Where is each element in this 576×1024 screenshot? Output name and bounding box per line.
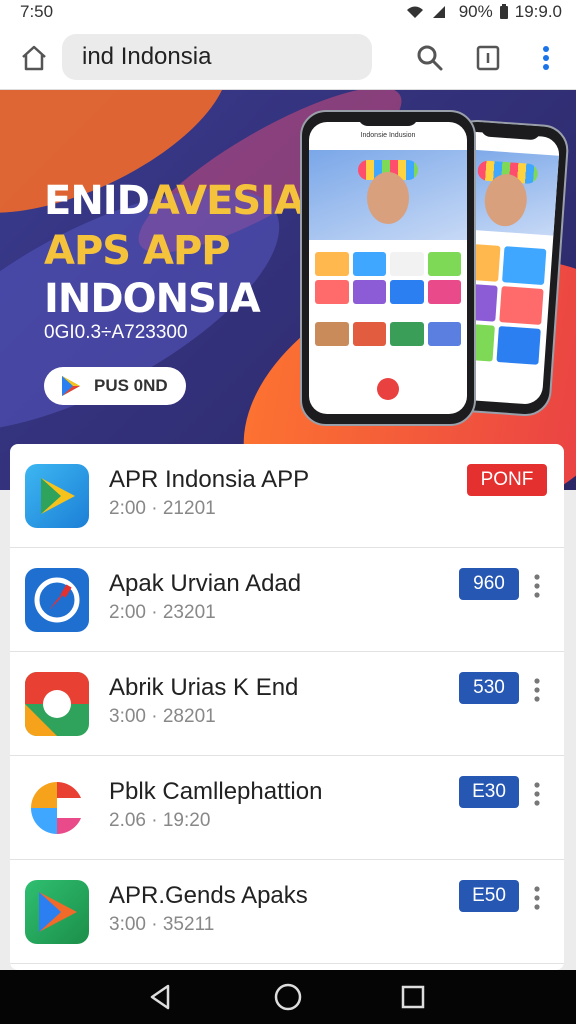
status-icons: 90% 19:9.0 (405, 2, 562, 22)
banner-title-yellow: AVESIA (148, 178, 305, 224)
phone-mockup-front: Indonsie Indusion (300, 110, 476, 426)
address-text: ind Indonsia (82, 43, 212, 70)
app-meta: 2:00 · 21201 (109, 498, 216, 519)
list-item[interactable]: APR Indonsia APP 2:00 · 21201 PONF (10, 444, 564, 548)
home-circle-icon[interactable] (273, 982, 303, 1012)
phone-thumbnails (315, 322, 461, 346)
phone-hero-image (309, 150, 467, 240)
colorful-c-icon (25, 776, 89, 840)
app-meta: 3:00 · 35211 (109, 914, 215, 935)
phone-screen: Indonsie Indusion (309, 122, 467, 414)
tabs-icon (476, 45, 500, 71)
search-icon (417, 45, 443, 71)
app-action-button[interactable]: E30 (459, 776, 519, 808)
app-action-button[interactable]: 530 (459, 672, 519, 704)
compass-icon (25, 568, 89, 632)
ring-icon (25, 672, 89, 736)
app-title: Pblk Camllephattion (109, 778, 323, 805)
tabs-button[interactable] (472, 42, 504, 74)
system-nav-bar (0, 970, 576, 1024)
search-button[interactable] (414, 42, 446, 74)
home-icon (22, 45, 46, 71)
app-action-button[interactable]: 960 (459, 568, 519, 600)
list-item[interactable]: APR.Gends Apaks 3:00 · 35211 E50 (10, 860, 564, 964)
phone-header-text: Indonsie Indusion (360, 132, 416, 139)
app-meta: 2:00 · 23201 (109, 602, 216, 623)
app-action-button[interactable]: E50 (459, 880, 519, 912)
banner-code: 0GI0.3÷A723300 (44, 322, 188, 343)
phone-thumbnails (315, 252, 461, 304)
battery-icon (499, 4, 508, 19)
more-vert-icon[interactable] (530, 572, 544, 600)
more-vert-icon[interactable] (530, 780, 544, 808)
back-icon[interactable] (146, 982, 176, 1012)
banner-title-white: ENID (44, 178, 150, 224)
more-vert-icon[interactable] (530, 676, 544, 704)
banner-title-line1: ENIDAVESIA (44, 178, 305, 224)
app-action-button[interactable]: PONF (467, 464, 547, 496)
app-title: APR Indonsia APP (109, 466, 310, 493)
portrait-face (367, 172, 409, 224)
app-meta: 2.06 · 19:20 (109, 810, 211, 831)
banner-button-label: PUS 0ND (94, 376, 168, 395)
address-bar[interactable]: ind Indonsia (62, 34, 372, 80)
app-meta: 3:00 · 28201 (109, 706, 216, 727)
more-vert-icon[interactable] (530, 884, 544, 912)
list-item[interactable]: Abrik Urias K End 3:00 · 28201 530 (10, 652, 564, 756)
phone-fab (377, 378, 399, 400)
app-list: APR Indonsia APP 2:00 · 21201 PONF Apak … (10, 444, 564, 970)
list-item[interactable]: Apak Urvian Adad 2:00 · 23201 960 (10, 548, 564, 652)
signal-icon (432, 6, 445, 18)
app-title: Abrik Urias K End (109, 674, 299, 701)
app-title: APR.Gends Apaks (109, 882, 308, 909)
status-bar: 7:50 90% 19:9.0 (0, 0, 576, 24)
banner-title-line2: APS APP (44, 228, 231, 274)
promo-banner[interactable]: ENIDAVESIA APS APP INDONSIA 0GI0.3÷A7233… (0, 90, 576, 490)
battery-percent: 90% (458, 2, 493, 21)
menu-button[interactable] (530, 42, 562, 74)
app-title: Apak Urvian Adad (109, 570, 302, 597)
more-vert-icon (543, 46, 549, 70)
browser-toolbar: ind Indonsia (0, 24, 576, 90)
play-store-icon (25, 464, 89, 528)
play-triangle-icon (25, 880, 89, 944)
play-store-icon (62, 376, 80, 396)
status-time: 7:50 (20, 2, 54, 21)
recents-icon[interactable] (398, 982, 428, 1012)
banner-play-button[interactable]: PUS 0ND (44, 367, 186, 405)
status-clock: 19:9.0 (514, 2, 562, 21)
list-item[interactable]: Pblk Camllephattion 2.06 · 19:20 E30 (10, 756, 564, 860)
banner-title-line3: INDONSIA (44, 276, 261, 322)
home-button[interactable] (18, 42, 50, 74)
wifi-icon (406, 6, 423, 18)
